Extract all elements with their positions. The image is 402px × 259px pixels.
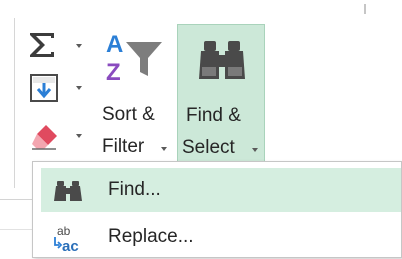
sort-filter-label-line2: Filter [102,136,145,157]
menu-item-replace-label: Replace... [108,226,194,247]
chevron-down-icon [161,147,167,151]
ribbon-top-divider [364,4,366,14]
svg-text:A: A [106,31,123,58]
binoculars-icon [54,181,82,201]
replace-icon: ab ac [54,224,79,253]
clear-button[interactable] [26,120,86,154]
chevron-down-icon [76,134,82,138]
svg-text:ac: ac [62,238,79,253]
eraser-icon [32,125,57,150]
svg-text:ab: ab [57,224,71,238]
find-select-button[interactable]: Find & Select [177,24,265,164]
fill-button[interactable] [26,74,86,106]
menu-item-replace[interactable]: ab ac Replace... [41,215,401,259]
sort-filter-label-line1: Sort & [102,104,155,125]
find-select-menu: Find... ab ac Replace... [32,161,402,258]
svg-text:Z: Z [106,59,121,84]
autosum-button[interactable] [26,28,86,64]
find-select-label-line1: Find & [186,105,241,126]
chevron-down-icon [76,44,82,48]
ribbon-top-strip [0,0,402,14]
menu-item-find[interactable]: Find... [41,168,401,212]
autosum-icon [30,33,54,57]
fill-down-icon [30,74,58,102]
sort-filter-button[interactable]: A Z Sort & Filter [98,24,174,164]
binoculars-icon [199,41,245,79]
find-select-label-line2: Select [182,137,235,158]
chevron-down-icon [252,148,258,152]
menu-item-find-label: Find... [108,179,161,200]
chevron-down-icon [76,86,82,90]
sort-filter-icon: A Z [106,31,162,84]
group-separator [14,18,15,188]
